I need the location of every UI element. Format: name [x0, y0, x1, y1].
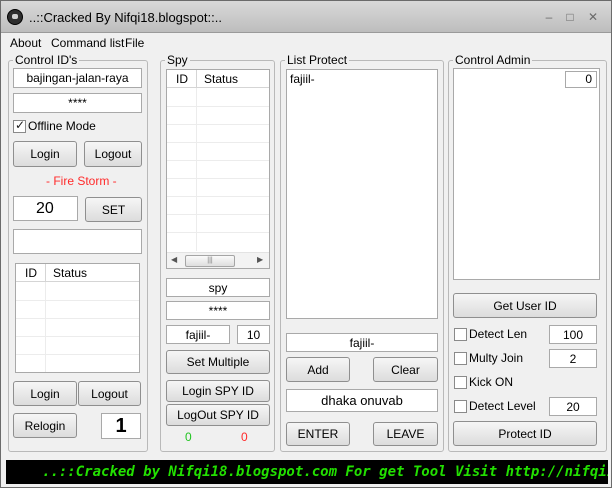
spy-count-input[interactable]: 10	[237, 325, 270, 344]
spy-name-input[interactable]: fajiil-	[166, 325, 230, 344]
detect-level-input[interactable]: 20	[549, 397, 597, 416]
set-multiple-button[interactable]: Set Multiple	[166, 350, 270, 374]
window-title: ..::Cracked By Nifqi18.blogspot::..	[29, 10, 222, 25]
grid-line	[167, 214, 269, 215]
list-protect-label: List Protect	[285, 53, 350, 67]
admin-count: 0	[565, 71, 597, 88]
detect-level-checkbox[interactable]	[454, 400, 467, 413]
scroll-thumb[interactable]: |||	[185, 255, 235, 267]
app-window: ..::Cracked By Nifqi18.blogspot::.. – □ …	[0, 0, 612, 488]
extra-input[interactable]	[13, 229, 142, 254]
multy-join-input[interactable]: 2	[549, 349, 597, 368]
control-ids-list-header: ID Status	[16, 264, 139, 282]
grid-line	[16, 354, 139, 355]
grid-line	[16, 336, 139, 337]
logout-button-2[interactable]: Logout	[78, 381, 141, 406]
admin-list[interactable]	[453, 68, 600, 280]
grid-line	[196, 88, 197, 251]
column-id[interactable]: ID	[176, 72, 188, 86]
room-input[interactable]: dhaka onuvab	[286, 389, 438, 412]
fire-storm-label: - Fire Storm -	[46, 174, 117, 188]
protect-list[interactable]: fajiil-	[286, 69, 438, 319]
leave-button[interactable]: LEAVE	[373, 422, 438, 446]
scroll-right-icon[interactable]: ▶	[257, 255, 263, 264]
maximize-button[interactable]: □	[560, 9, 580, 25]
add-button[interactable]: Add	[286, 357, 350, 382]
column-separator	[45, 264, 46, 282]
control-admin-label: Control Admin	[453, 53, 533, 67]
column-id[interactable]: ID	[25, 266, 37, 280]
spy-id-input[interactable]: spy	[166, 278, 270, 297]
column-status[interactable]: Status	[204, 72, 238, 86]
grid-line	[167, 106, 269, 107]
column-status[interactable]: Status	[53, 266, 87, 280]
count-input[interactable]: 20	[13, 196, 78, 221]
number-input[interactable]: 1	[101, 413, 141, 439]
protect-name-input[interactable]: fajiil-	[286, 333, 438, 352]
scroll-left-icon[interactable]: ◀	[171, 255, 177, 264]
grid-line	[45, 282, 46, 372]
menu-about[interactable]: About	[10, 36, 41, 50]
control-ids-label: Control ID's	[13, 53, 80, 67]
password-input[interactable]: ****	[13, 93, 142, 113]
column-separator	[196, 70, 197, 88]
login-button[interactable]: Login	[13, 141, 77, 167]
detect-len-checkbox[interactable]	[454, 328, 467, 341]
protect-list-item[interactable]: fajiil-	[290, 72, 315, 86]
spy-fail-count: 0	[241, 430, 248, 444]
minimize-button[interactable]: –	[539, 9, 559, 25]
detect-len-label: Detect Len	[469, 327, 528, 341]
offline-mode-label: Offline Mode	[28, 119, 96, 133]
spy-password-input[interactable]: ****	[166, 301, 270, 320]
title-bar[interactable]: ..::Cracked By Nifqi18.blogspot::.. – □ …	[1, 1, 611, 33]
close-button[interactable]: ✕	[583, 9, 603, 25]
spy-ok-count: 0	[185, 430, 192, 444]
grid-line	[167, 160, 269, 161]
app-skull-icon	[7, 9, 23, 25]
menu-bar: About Command list File	[1, 33, 611, 53]
menu-command-list[interactable]: Command list	[51, 36, 124, 50]
multy-join-checkbox[interactable]	[454, 352, 467, 365]
user-id-input[interactable]: bajingan-jalan-raya	[13, 68, 142, 88]
spy-list[interactable]: ID Status ◀ ||| ▶	[166, 69, 270, 269]
multy-join-label: Multy Join	[469, 351, 524, 365]
grid-line	[167, 142, 269, 143]
grid-line	[167, 178, 269, 179]
logout-spy-button[interactable]: LogOut SPY ID	[166, 404, 270, 426]
kick-on-label: Kick ON	[469, 375, 514, 389]
get-user-id-button[interactable]: Get User ID	[453, 293, 597, 318]
grid-line	[167, 124, 269, 125]
grid-line	[167, 196, 269, 197]
relogin-button[interactable]: Relogin	[13, 413, 77, 438]
detect-level-label: Detect Level	[469, 399, 536, 413]
kick-on-checkbox[interactable]	[454, 376, 467, 389]
protect-id-button[interactable]: Protect ID	[453, 421, 597, 446]
login-spy-button[interactable]: Login SPY ID	[166, 380, 270, 402]
logout-button[interactable]: Logout	[84, 141, 142, 167]
control-ids-list[interactable]: ID Status	[15, 263, 140, 373]
login-button-2[interactable]: Login	[13, 381, 77, 406]
menu-file[interactable]: File	[125, 36, 144, 50]
spy-list-header: ID Status	[167, 70, 269, 88]
grid-line	[16, 318, 139, 319]
marquee-banner: ..::Cracked by Nifqi18.blogspot.com For …	[6, 460, 608, 484]
grid-line	[167, 232, 269, 233]
enter-button[interactable]: ENTER	[286, 422, 350, 446]
offline-mode-checkbox[interactable]	[13, 118, 26, 133]
grid-line	[16, 300, 139, 301]
set-button[interactable]: SET	[85, 197, 142, 222]
spy-label: Spy	[165, 53, 190, 67]
clear-button[interactable]: Clear	[373, 357, 438, 382]
detect-len-input[interactable]: 100	[549, 325, 597, 344]
spy-list-scrollbar[interactable]: ◀ ||| ▶	[167, 252, 269, 268]
